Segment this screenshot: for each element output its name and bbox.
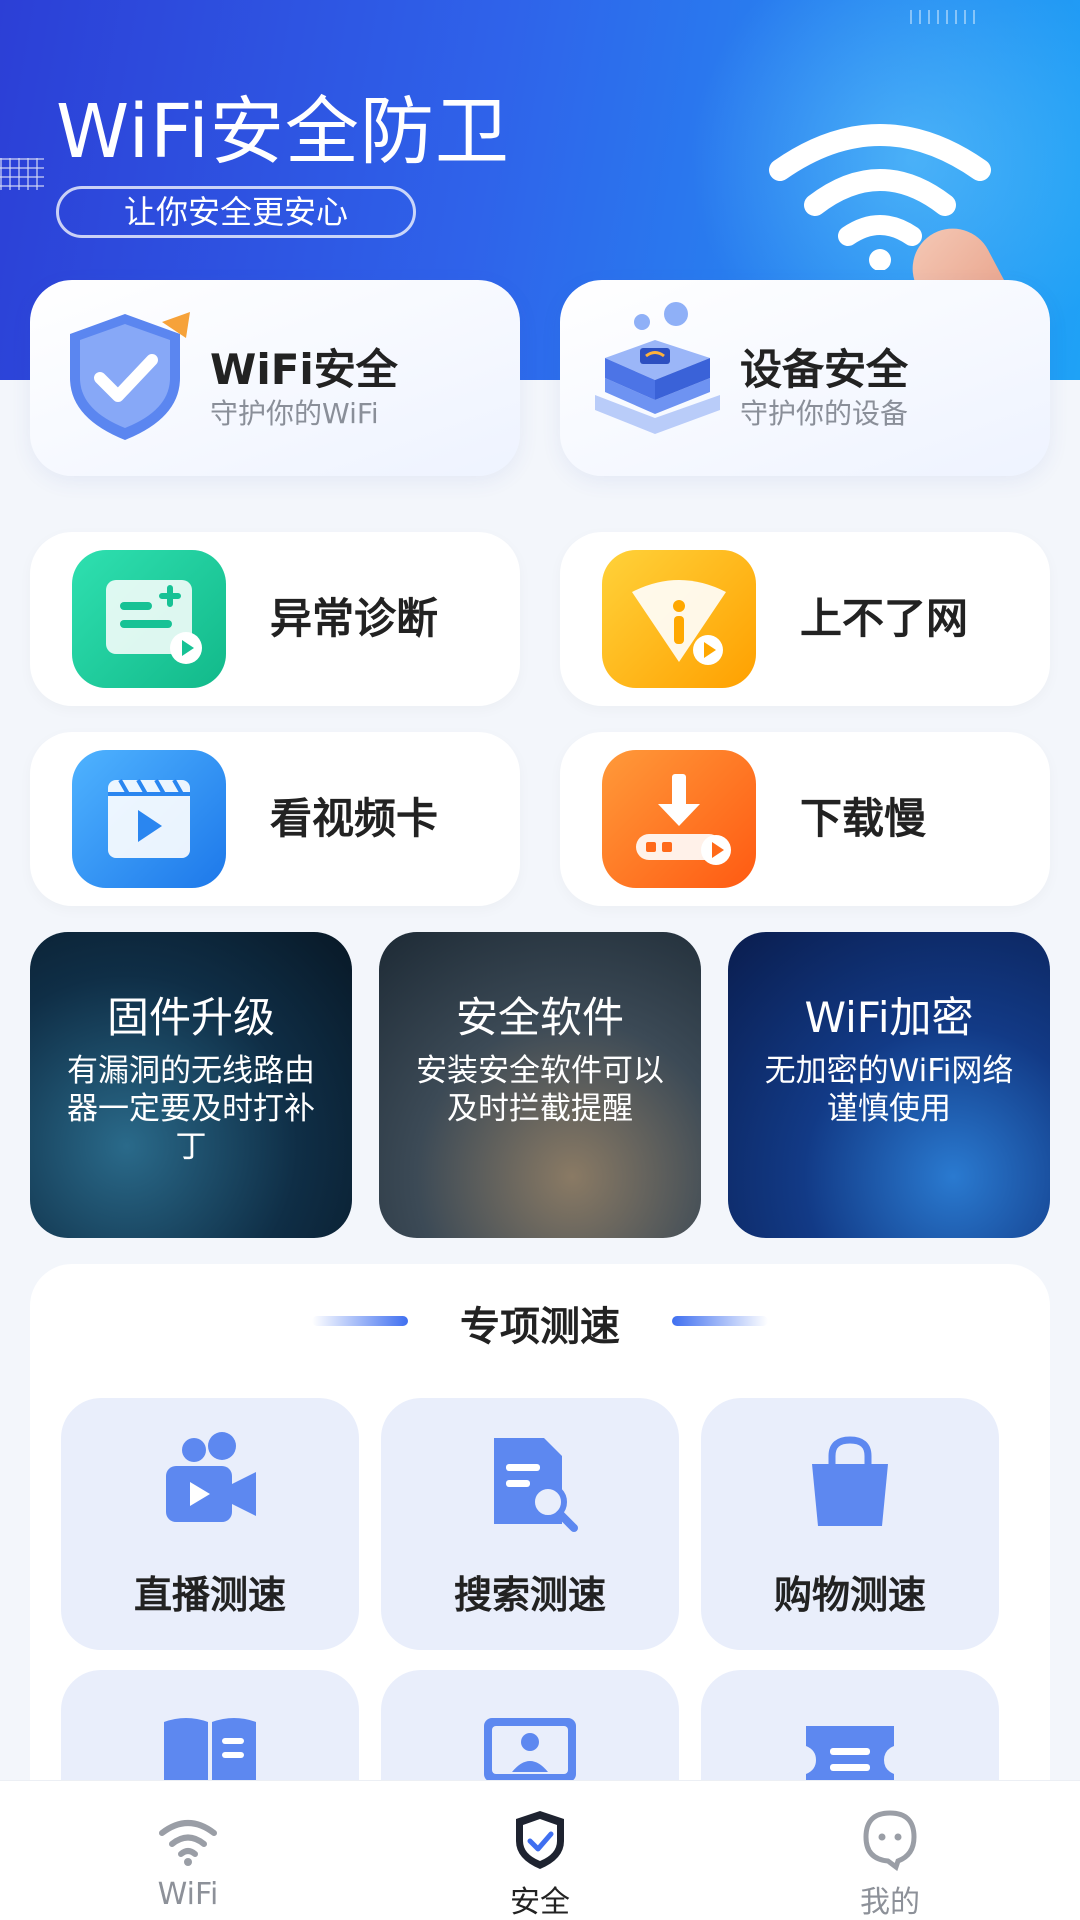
feature-diagnosis[interactable]: 异常诊断 [30, 532, 520, 706]
video-lag-icon [72, 750, 226, 888]
tile-label: 购物测速 [773, 1573, 926, 1617]
card-title: WiFi安全 [210, 345, 398, 394]
title-decor-left [312, 1316, 408, 1326]
tip-title: WiFi加密 [804, 993, 974, 1042]
tab-profile[interactable]: 我的 [790, 1781, 990, 1920]
card-subtitle: 守护你的WiFi [210, 397, 379, 430]
tab-wifi[interactable]: WiFi [88, 1781, 288, 1920]
card-subtitle: 守护你的设备 [740, 397, 909, 430]
tip-body: 有漏洞的无线路由器一定要及时打补丁 [67, 1053, 315, 1165]
tip-card-software[interactable]: 安全软件 安装安全软件可以及时拦截提醒 [379, 932, 701, 1238]
tip-title: 固件升级 [106, 993, 275, 1042]
tab-label: 我的 [860, 1885, 920, 1920]
bottom-tab-bar: WiFi 安全 我的 [0, 1780, 1080, 1920]
section-title-text: 专项测速 [460, 1304, 620, 1350]
shield-check-icon [70, 312, 190, 440]
tip-card-firmware[interactable]: 固件升级 有漏洞的无线路由器一定要及时打补丁 [30, 932, 352, 1238]
feature-label: 看视频卡 [270, 794, 439, 843]
shopping-bag-icon [812, 1436, 888, 1526]
live-camera-icon [166, 1432, 256, 1522]
speed-search[interactable]: 搜索测速 [381, 1398, 679, 1650]
card-title: 设备安全 [740, 345, 909, 394]
tile-label: 直播测速 [133, 1573, 286, 1617]
feature-video-lag[interactable]: 看视频卡 [30, 732, 520, 906]
shield-check-icon [516, 1811, 564, 1869]
decor-dots [910, 10, 982, 24]
search-doc-icon [494, 1438, 578, 1532]
tile-label: 搜索测速 [453, 1573, 606, 1617]
feature-label: 下载慢 [800, 794, 927, 843]
download-slow-icon [602, 750, 756, 888]
feature-slow-download[interactable]: 下载慢 [560, 732, 1050, 906]
speed-shopping[interactable]: 购物测速 [701, 1398, 999, 1650]
device-chip-icon [595, 302, 720, 434]
wifi-icon [159, 1820, 217, 1866]
page-subtitle: 让你安全更安心 [56, 186, 416, 238]
tip-body: 安装安全软件可以及时拦截提醒 [416, 1053, 664, 1127]
tip-card-encryption[interactable]: WiFi加密 无加密的WiFi网络谨慎使用 [728, 932, 1050, 1238]
tab-security[interactable]: 安全 [440, 1781, 640, 1920]
diagnosis-icon [72, 550, 226, 688]
network-warning-icon [602, 550, 756, 688]
decor-grid [0, 158, 44, 190]
page-title: WiFi安全防卫 [56, 89, 510, 175]
tab-label: 安全 [510, 1885, 570, 1920]
section-title: 专项测速 [30, 1294, 1050, 1352]
device-security-card[interactable]: 设备安全 守护你的设备 [560, 280, 1050, 476]
profile-icon [863, 1810, 917, 1871]
wifi-security-card[interactable]: WiFi安全 守护你的WiFi [30, 280, 520, 476]
tip-title: 安全软件 [455, 993, 624, 1042]
speed-live[interactable]: 直播测速 [61, 1398, 359, 1650]
feature-no-internet[interactable]: 上不了网 [560, 532, 1050, 706]
feature-label: 异常诊断 [270, 594, 439, 643]
title-decor-right [672, 1316, 768, 1326]
feature-label: 上不了网 [800, 594, 969, 643]
tip-body: 无加密的WiFi网络谨慎使用 [764, 1053, 1014, 1127]
tab-label: WiFi [157, 1877, 219, 1912]
